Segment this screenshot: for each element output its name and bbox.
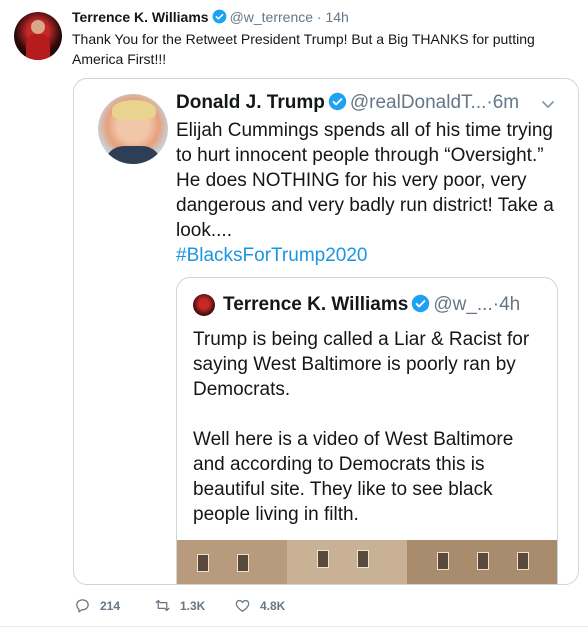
retweet-icon: [155, 599, 170, 612]
nested-author-avatar[interactable]: [193, 294, 215, 316]
reply-count: 214: [100, 598, 121, 613]
reply-button[interactable]: 214: [74, 597, 120, 614]
tweet-time[interactable]: 14h: [325, 9, 348, 25]
nested-paragraph-1: Trump is being called a Liar & Racist fo…: [193, 329, 530, 400]
timeline-tweet[interactable]: Terrence K. Williams @w_terrence · 14h Th…: [0, 0, 588, 630]
tweet-text: Thank You for the Retweet President Trum…: [72, 31, 535, 67]
nested-quoted-tweet-card[interactable]: Terrence K. Williams @w_...·4h Trump is b…: [176, 277, 558, 584]
tweet-header: Terrence K. Williams @w_terrence · 14h: [72, 9, 349, 25]
quoted-tweet-time[interactable]: 6m: [493, 92, 519, 113]
verified-badge-icon: [328, 92, 347, 111]
verified-badge-icon: [412, 294, 430, 313]
quoted-tweet-text: Elijah Cummings spends all of his time t…: [176, 118, 561, 268]
quoted-tweet-header: Donald J. Trump @realDonaldT...·6m: [176, 92, 519, 114]
nested-tweet-text: Trump is being called a Liar & Racist fo…: [193, 327, 543, 552]
hashtag-link[interactable]: #BlacksForTrump2020: [176, 243, 561, 268]
reply-icon: [76, 599, 89, 613]
author-name[interactable]: Terrence K. Williams: [72, 9, 209, 25]
nested-tweet-header: Terrence K. Williams @w_...·4h: [223, 294, 520, 316]
nested-tweet-time[interactable]: 4h: [499, 294, 520, 315]
nested-author-name[interactable]: Terrence K. Williams: [223, 294, 408, 315]
tweet-divider: [0, 626, 588, 627]
quoted-author-avatar[interactable]: [98, 94, 168, 164]
quoted-author-handle[interactable]: @realDonaldT...: [350, 92, 487, 113]
video-thumbnail[interactable]: [177, 540, 557, 584]
author-avatar[interactable]: [14, 12, 62, 60]
header-separator: ·: [316, 9, 322, 25]
quoted-author-name[interactable]: Donald J. Trump: [176, 92, 325, 113]
retweet-count: 1.3K: [180, 598, 206, 613]
retweet-button[interactable]: 1.3K: [154, 597, 205, 614]
like-count: 4.8K: [260, 598, 286, 613]
author-handle[interactable]: @w_terrence: [230, 9, 313, 25]
verified-badge-icon: [212, 9, 226, 24]
quoted-tweet-card[interactable]: Donald J. Trump @realDonaldT...·6m Elijah…: [73, 78, 579, 585]
quoted-tweet-body: Elijah Cummings spends all of his time t…: [176, 120, 554, 241]
chevron-down-icon[interactable]: [540, 96, 556, 112]
nested-paragraph-2: Well here is a video of West Baltimore a…: [193, 429, 514, 525]
like-button[interactable]: 4.8K: [234, 597, 285, 614]
nested-author-handle[interactable]: @w_...: [433, 294, 492, 315]
heart-icon: [235, 599, 250, 612]
